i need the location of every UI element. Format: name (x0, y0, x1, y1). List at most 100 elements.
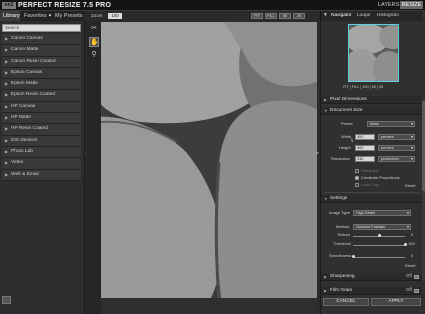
collapse-navigator-icon[interactable]: ▼ (323, 11, 328, 21)
zoom-tool-icon[interactable]: ⚲ (89, 50, 99, 60)
image-type-select[interactable]: High Detail (353, 210, 411, 216)
preset-group-canon-matte[interactable]: ▶ Canon Matte (2, 45, 81, 57)
link-proportions-icon[interactable]: ⇅ (350, 138, 354, 144)
section-sharpening[interactable]: ▶ Sharpening Off (321, 273, 422, 281)
navigator-tabs: ▼ Navigator Loupe Histogram (321, 11, 422, 21)
stones-photo (101, 22, 317, 298)
section-film-grain[interactable]: ▶ Film Grain Off (321, 287, 422, 295)
width-unit-select[interactable]: percent (378, 134, 415, 140)
film-grain-state: Off (405, 288, 412, 293)
disclosure-triangle-icon: ▶ (5, 171, 9, 177)
mode-resize-button[interactable]: RESIZE (400, 1, 423, 9)
width-field[interactable]: 400 (355, 134, 375, 140)
sharpening-toggle[interactable] (414, 275, 419, 279)
preset-group-web-email[interactable]: ▶ Web & Email (2, 169, 81, 181)
smoothness-slider[interactable] (353, 257, 405, 258)
smoothness-label: Smoothness (329, 253, 352, 258)
flag-icon: ⚑ (48, 13, 52, 18)
tab-loupe[interactable]: Loupe (357, 11, 370, 21)
threshold-slider-thumb[interactable] (403, 243, 407, 246)
tab-histogram[interactable]: Histogram (377, 11, 399, 21)
section-title: Film Grain (330, 288, 353, 293)
resolution-unit-select[interactable]: pixels/inch (378, 156, 415, 162)
disclosure-triangle-icon: ▶ (5, 36, 9, 41)
preset-group-ios-devices[interactable]: ▶ iOS Devices (2, 135, 81, 147)
tab-favorites[interactable]: Favorites ⚑ (24, 11, 54, 21)
preset-group-hp-matte[interactable]: ▶ HP Matte (2, 113, 81, 125)
sharpening-state: Off (405, 274, 412, 279)
zoom-bar: Zoom 100 FIT FILL 50 25 (86, 11, 320, 21)
section-title: Document Size (330, 108, 363, 113)
disclosure-triangle-icon: ▼ (324, 109, 328, 113)
image-type-label: Image Type (329, 210, 350, 215)
resample-checkbox[interactable] (355, 169, 359, 173)
hand-tool-icon[interactable]: ✋ (89, 37, 99, 47)
method-label: Method (336, 224, 350, 229)
zoom-25-button[interactable]: 25 (293, 13, 305, 19)
smoothness-slider-thumb[interactable] (351, 255, 355, 258)
search-input[interactable]: Search (2, 24, 81, 32)
lock-crop-checkbox[interactable] (355, 183, 359, 187)
preset-group-epson-resin-coated[interactable]: ▶ Epson Resin Coated (2, 90, 81, 102)
cancel-button[interactable]: CANCEL (323, 298, 369, 306)
section-pixel-dimensions[interactable]: ▶ Pixel Dimensions (321, 96, 422, 104)
section-settings[interactable]: ▼ Settings (321, 195, 422, 203)
preset-group-canon-resin-coated[interactable]: ▶ Canon Resin Coated (2, 56, 81, 68)
disclosure-triangle-icon: ▶ (5, 160, 9, 166)
zoom-value-field[interactable]: 100 (108, 13, 122, 19)
preset-group-video[interactable]: ▶ Video (2, 158, 81, 170)
height-unit-select[interactable]: percent (378, 145, 415, 151)
tab-library[interactable]: Library (0, 11, 20, 21)
crop-tool-icon[interactable]: ✂ (89, 24, 99, 34)
texture-value: 0 (411, 232, 414, 237)
title-bar: on1 PERFECT RESIZE 7.5 PRO LAYERS RESIZE (0, 0, 425, 11)
preset-group-epson-matte[interactable]: ▶ Epson Matte (2, 79, 81, 91)
preset-group-label: Epson Resin Coated (11, 92, 55, 98)
zoom-50-button[interactable]: 50 (279, 13, 291, 19)
navigator-zoom-readout: FIT | FILL | 100 | 50 | 25 (343, 85, 384, 89)
disclosure-triangle-icon: ▶ (5, 137, 9, 143)
resolution-field[interactable]: 240 (355, 156, 375, 162)
mode-layers-button[interactable]: LAYERS (378, 2, 399, 9)
height-field[interactable]: 400 (355, 145, 375, 151)
preset-group-label: HP Matte (11, 115, 31, 121)
preset-select[interactable]: None (367, 121, 415, 127)
section-title: Settings (330, 196, 348, 201)
section-title: Pixel Dimensions (330, 97, 367, 102)
divider (324, 192, 419, 193)
preset-group-hp-canvas[interactable]: ▶ HP Canvas (2, 101, 81, 114)
browser-panel: Library Favorites ⚑ My Presets Search ▶ C… (0, 11, 85, 314)
section-document-size[interactable]: ▼ Document Size (321, 107, 422, 115)
disclosure-triangle-icon: ▶ (5, 47, 9, 53)
threshold-slider[interactable] (353, 245, 405, 246)
zoom-fit-button[interactable]: FIT (251, 13, 263, 19)
navigator-thumbnail[interactable] (348, 24, 399, 82)
collapse-right-panel-icon[interactable]: ▶ (316, 150, 319, 155)
settings-reset-button[interactable]: Reset (405, 263, 415, 268)
method-select[interactable]: Genuine Fractals (353, 224, 411, 230)
tab-my-presets[interactable]: My Presets (55, 11, 84, 21)
constrain-proportions-checkbox[interactable] (355, 176, 359, 180)
film-grain-toggle[interactable] (414, 289, 419, 293)
resolution-label: Resolution (331, 156, 350, 161)
preset-group-epson-canvas[interactable]: ▶ Epson Canvas (2, 67, 81, 80)
threshold-label: Threshold (333, 241, 351, 246)
preset-group-canon-canvas[interactable]: ▶ Canon Canvas (2, 34, 81, 46)
disclosure-triangle-icon: ▼ (324, 197, 328, 201)
tab-navigator[interactable]: Navigator (331, 11, 352, 21)
preset-group-hp-resin-coated[interactable]: ▶ HP Resin Coated (2, 124, 81, 136)
constrain-proportions-label: Constrain Proportions (361, 175, 400, 180)
disclosure-triangle-icon: ▶ (5, 126, 9, 132)
zoom-fill-button[interactable]: FILL (265, 13, 277, 19)
preset-group-label: Video (11, 160, 24, 166)
navigator-image (349, 25, 398, 81)
disclosure-triangle-icon: ▶ (5, 92, 9, 98)
document-size-reset-button[interactable]: Reset (405, 183, 415, 188)
preset-group-label: Canon Resin Coated (11, 58, 56, 64)
texture-slider-thumb[interactable] (377, 234, 381, 237)
disclosure-triangle-icon: ▶ (5, 115, 9, 121)
image-preview[interactable] (101, 22, 317, 298)
apply-button[interactable]: APPLY (371, 298, 421, 306)
panel-options-button[interactable] (2, 296, 11, 304)
preset-group-photo-lab[interactable]: ▶ Photo Lab (2, 146, 81, 159)
